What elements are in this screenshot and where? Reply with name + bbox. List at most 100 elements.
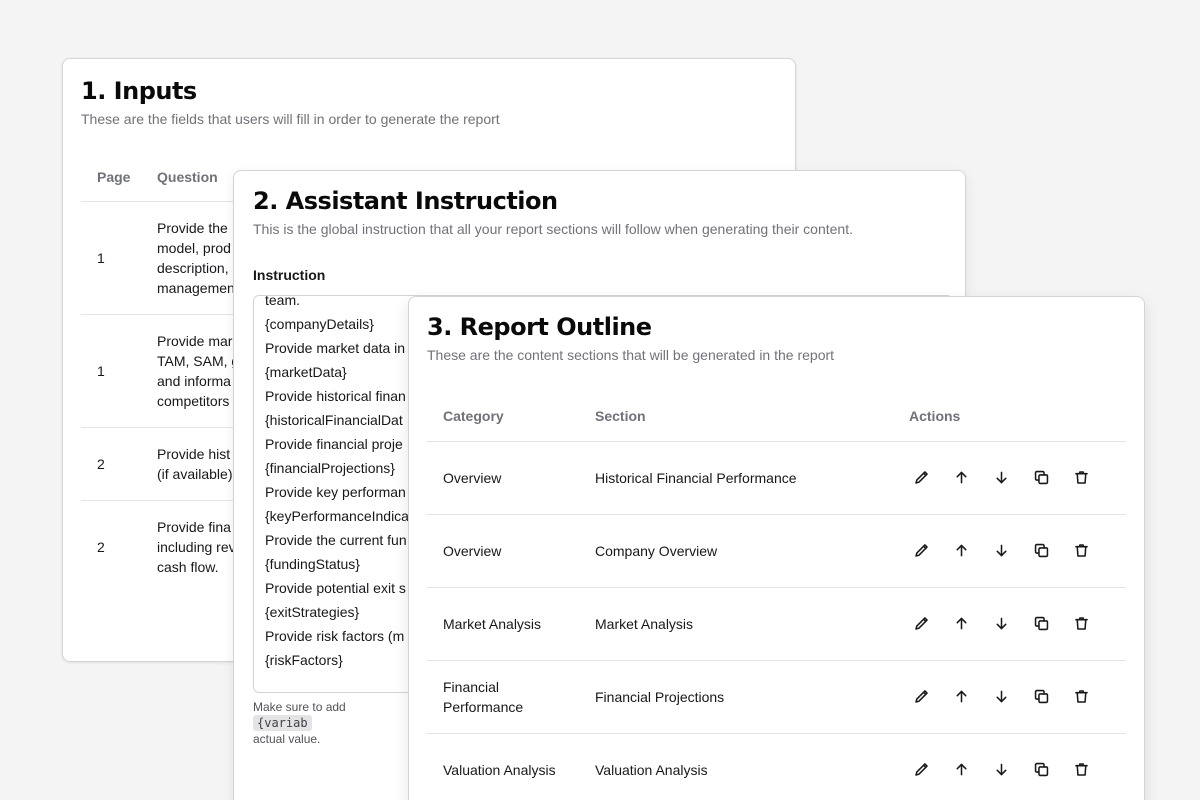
instruction-line: {fundingStatus} <box>265 556 360 572</box>
pencil-button[interactable] <box>909 466 933 490</box>
page-cell: 1 <box>81 314 141 428</box>
arrow-down-icon <box>995 471 1007 484</box>
column-header-actions: Actions <box>893 391 1126 442</box>
copy-button[interactable] <box>1029 539 1053 563</box>
table-row: Overview Company Overview <box>427 514 1126 588</box>
arrow-up-button[interactable] <box>949 758 973 782</box>
instruction-hint: Make sure to add {variab actual value. <box>253 699 403 747</box>
instruction-line: {financialProjections} <box>265 460 395 476</box>
pencil-icon <box>914 690 928 703</box>
actions-cell <box>893 733 1126 800</box>
hint-suffix: actual value. <box>253 732 321 746</box>
category-cell: Overview <box>427 441 579 515</box>
instruction-line: {keyPerformanceIndica <box>265 508 409 524</box>
outline-table: Category Section Actions Overview Histori… <box>427 391 1126 800</box>
instruction-label: Instruction <box>253 267 326 283</box>
arrow-up-icon <box>955 763 967 776</box>
arrow-up-icon <box>955 471 967 484</box>
instruction-line: Provide potential exit s <box>265 580 406 596</box>
row-actions <box>909 758 1126 782</box>
instruction-line: Provide historical finan <box>265 388 406 404</box>
copy-icon <box>1034 470 1048 485</box>
trash-icon <box>1074 617 1088 630</box>
copy-icon <box>1034 762 1048 777</box>
copy-icon <box>1034 543 1048 558</box>
arrow-up-icon <box>955 544 967 557</box>
section-cell: Historical Financial Performance <box>579 441 893 515</box>
arrow-up-icon <box>955 617 967 630</box>
page-cell: 2 <box>81 427 141 501</box>
section-cell: Company Overview <box>579 514 893 588</box>
arrow-up-button[interactable] <box>949 466 973 490</box>
arrow-down-button[interactable] <box>989 466 1013 490</box>
instruction-title: 2. Assistant Instruction <box>253 187 558 215</box>
instruction-line: {exitStrategies} <box>265 604 360 620</box>
pencil-icon <box>914 471 928 484</box>
trash-button[interactable] <box>1069 612 1093 636</box>
pencil-icon <box>914 544 928 557</box>
category-cell: Financial Performance <box>427 660 579 734</box>
category-cell: Valuation Analysis <box>427 733 579 800</box>
copy-icon <box>1034 616 1048 631</box>
actions-cell <box>893 441 1126 515</box>
column-header-section: Section <box>579 391 893 442</box>
row-actions <box>909 539 1126 563</box>
page-cell: 2 <box>97 538 105 555</box>
inputs-subtitle: These are the fields that users will fil… <box>81 111 500 127</box>
pencil-button[interactable] <box>909 685 933 709</box>
pencil-button[interactable] <box>909 539 933 563</box>
actions-cell <box>893 660 1126 734</box>
trash-button[interactable] <box>1069 539 1093 563</box>
table-row: Financial Performance Financial Projectio… <box>427 660 1126 734</box>
arrow-down-icon <box>995 544 1007 557</box>
arrow-down-button[interactable] <box>989 758 1013 782</box>
arrow-up-button[interactable] <box>949 539 973 563</box>
table-row: Valuation Analysis Valuation Analysis <box>427 733 1126 800</box>
arrow-down-icon <box>995 617 1007 630</box>
table-row: Overview Historical Financial Performance <box>427 441 1126 515</box>
outline-card: 3. Report Outline These are the content … <box>408 296 1145 800</box>
trash-button[interactable] <box>1069 685 1093 709</box>
outline-title: 3. Report Outline <box>427 313 652 341</box>
copy-button[interactable] <box>1029 466 1053 490</box>
arrow-down-icon <box>995 763 1007 776</box>
section-cell: Valuation Analysis <box>579 733 893 800</box>
instruction-line: {historicalFinancialDat <box>265 412 403 428</box>
arrow-up-icon <box>955 690 967 703</box>
pencil-button[interactable] <box>909 612 933 636</box>
trash-button[interactable] <box>1069 466 1093 490</box>
arrow-down-button[interactable] <box>989 539 1013 563</box>
arrow-down-icon <box>995 690 1007 703</box>
arrow-down-button[interactable] <box>989 612 1013 636</box>
instruction-line: Provide market data in <box>265 340 406 356</box>
pencil-icon <box>914 763 928 776</box>
trash-icon <box>1074 471 1088 484</box>
category-cell: Market Analysis <box>427 587 579 661</box>
arrow-down-button[interactable] <box>989 685 1013 709</box>
inputs-title: 1. Inputs <box>81 77 197 105</box>
outline-subtitle: These are the content sections that will… <box>427 347 835 363</box>
column-header-page: Page <box>81 153 141 202</box>
instruction-line: Provide financial proje <box>265 436 403 452</box>
instruction-line: team. <box>265 295 301 308</box>
row-actions <box>909 466 1126 490</box>
copy-button[interactable] <box>1029 612 1053 636</box>
pencil-button[interactable] <box>909 758 933 782</box>
actions-cell <box>893 587 1126 661</box>
copy-icon <box>1034 689 1048 704</box>
page-cell: 1 <box>81 201 141 315</box>
hint-code: {variab <box>253 715 312 731</box>
instruction-line: {marketData} <box>265 364 347 380</box>
column-header-category: Category <box>427 391 579 442</box>
pencil-icon <box>914 617 928 630</box>
instruction-line: Provide risk factors (m <box>265 628 405 644</box>
instruction-line: Provide the current fun <box>265 532 407 548</box>
trash-button[interactable] <box>1069 758 1093 782</box>
arrow-up-button[interactable] <box>949 685 973 709</box>
arrow-up-button[interactable] <box>949 612 973 636</box>
trash-icon <box>1074 763 1088 776</box>
copy-button[interactable] <box>1029 758 1053 782</box>
section-cell: Market Analysis <box>579 587 893 661</box>
trash-icon <box>1074 544 1088 557</box>
copy-button[interactable] <box>1029 685 1053 709</box>
